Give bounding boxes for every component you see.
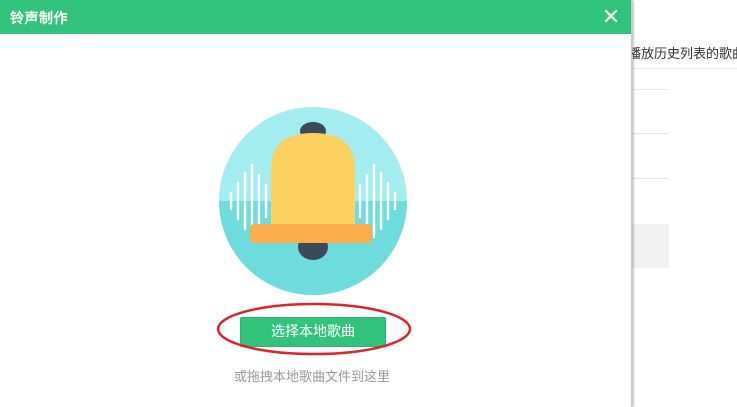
select-local-song-button[interactable]: 选择本地歌曲 [240,317,386,347]
bell-icon [219,107,407,295]
background-row-divider [632,133,669,134]
drag-hint-text: 或拖拽本地歌曲文件到这里 [233,370,390,385]
background-window: 播放历史列表的歌曲 [628,0,737,407]
dialog-title: 铃声制作 [10,11,68,27]
close-icon[interactable] [601,6,621,26]
screen: 播放历史列表的歌曲 铃声制作 选择本地歌曲 或拖拽本地歌曲文件到这里 [0,0,737,407]
background-list-row[interactable] [632,224,669,268]
background-row-divider [632,178,669,179]
background-divider [632,68,737,69]
background-row-divider [632,89,669,90]
background-header-text: 播放历史列表的歌曲 [628,47,737,62]
dialog-titlebar: 铃声制作 [0,0,631,34]
ringtone-dialog: 铃声制作 选择本地歌曲 或拖拽本地歌曲文件到这里 [0,0,632,407]
